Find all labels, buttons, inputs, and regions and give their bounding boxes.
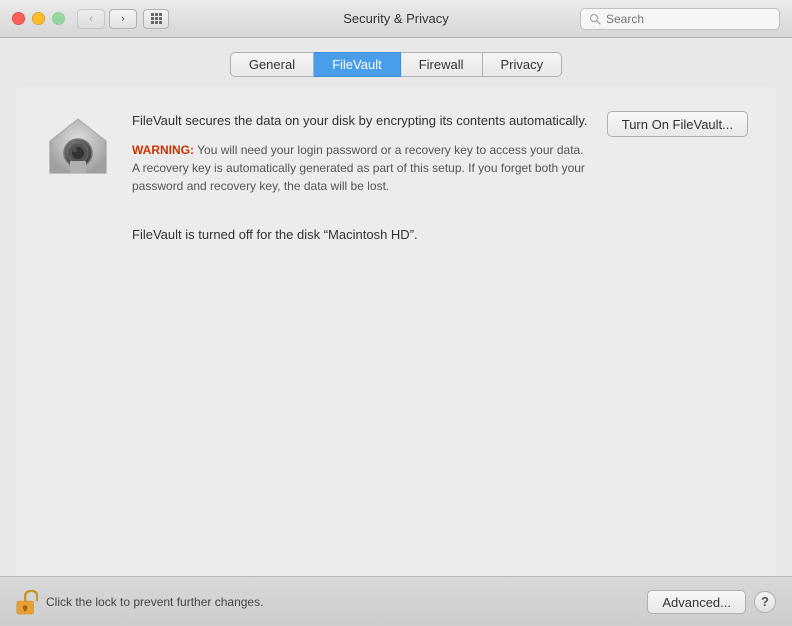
filevault-top: FileVault secures the data on your disk … bbox=[44, 111, 748, 195]
tab-filevault[interactable]: FileVault bbox=[314, 52, 401, 77]
filevault-info: FileVault secures the data on your disk … bbox=[132, 111, 591, 195]
tab-privacy[interactable]: Privacy bbox=[483, 52, 563, 77]
grid-icon bbox=[151, 13, 162, 24]
close-button[interactable] bbox=[12, 12, 25, 25]
help-button[interactable]: ? bbox=[754, 591, 776, 613]
grid-button[interactable] bbox=[143, 9, 169, 29]
warning-text: You will need your login password or a r… bbox=[132, 143, 585, 193]
back-button[interactable]: ‹ bbox=[77, 9, 105, 29]
turn-on-filevault-button[interactable]: Turn On FileVault... bbox=[607, 111, 748, 137]
filevault-description: FileVault secures the data on your disk … bbox=[132, 111, 591, 131]
forward-icon: › bbox=[121, 13, 125, 25]
maximize-button[interactable] bbox=[52, 12, 65, 25]
titlebar: ‹ › Security & Privacy bbox=[0, 0, 792, 38]
filevault-icon bbox=[44, 111, 112, 179]
tab-general[interactable]: General bbox=[230, 52, 314, 77]
filevault-warning: WARNING: You will need your login passwo… bbox=[132, 141, 591, 195]
minimize-button[interactable] bbox=[32, 12, 45, 25]
main-content: General FileVault Firewall Privacy bbox=[0, 38, 792, 576]
search-input[interactable] bbox=[606, 12, 771, 26]
nav-buttons: ‹ › bbox=[77, 9, 137, 29]
filevault-text-area: FileVault secures the data on your disk … bbox=[132, 111, 748, 195]
back-icon: ‹ bbox=[89, 13, 93, 25]
bottom-right-controls: Advanced... ? bbox=[647, 590, 776, 614]
content-area: FileVault secures the data on your disk … bbox=[16, 87, 776, 576]
forward-button[interactable]: › bbox=[109, 9, 137, 29]
tab-firewall[interactable]: Firewall bbox=[401, 52, 483, 77]
traffic-lights bbox=[12, 12, 65, 25]
lock-area[interactable]: Click the lock to prevent further change… bbox=[16, 589, 263, 615]
warning-label: WARNING: bbox=[132, 143, 194, 157]
lock-label: Click the lock to prevent further change… bbox=[46, 595, 263, 609]
advanced-button[interactable]: Advanced... bbox=[647, 590, 746, 614]
filevault-status: FileVault is turned off for the disk “Ma… bbox=[132, 227, 748, 242]
window-title: Security & Privacy bbox=[343, 11, 448, 26]
lock-icon bbox=[16, 589, 38, 615]
search-icon bbox=[589, 13, 601, 25]
bottom-bar: Click the lock to prevent further change… bbox=[0, 576, 792, 626]
search-box[interactable] bbox=[580, 8, 780, 30]
tabs-bar: General FileVault Firewall Privacy bbox=[0, 38, 792, 87]
